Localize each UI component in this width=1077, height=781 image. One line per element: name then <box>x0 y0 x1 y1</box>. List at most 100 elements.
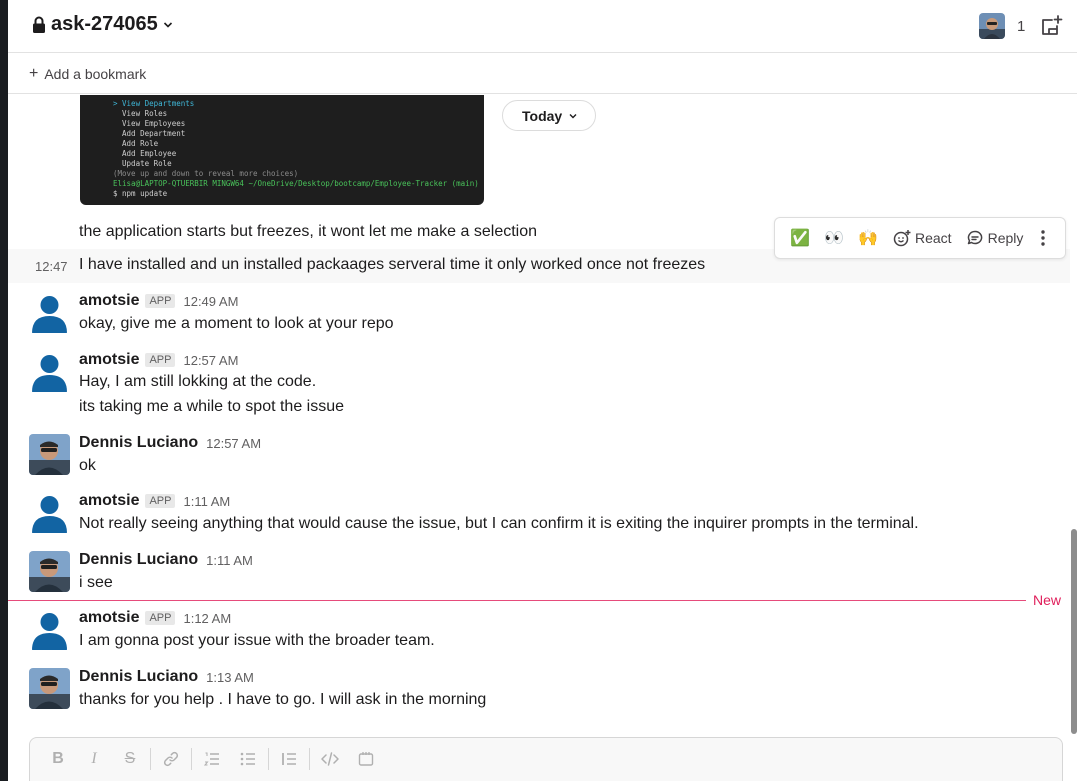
italic-button[interactable]: I <box>76 746 112 772</box>
channel-title-button[interactable]: ask-274065 <box>32 13 173 36</box>
add-bookmark-button[interactable]: Add a bookmark <box>44 66 146 82</box>
react-label: React <box>915 230 952 246</box>
message-timestamp[interactable]: 1:11 AM <box>206 553 253 568</box>
toolbar-divider <box>150 748 151 770</box>
bold-button[interactable]: B <box>40 746 76 772</box>
quick-reaction-eyes-button[interactable]: 👀 <box>817 223 851 253</box>
toolbar-divider <box>309 748 310 770</box>
link-button[interactable] <box>153 746 189 772</box>
generic-user-avatar[interactable] <box>29 351 70 392</box>
vertical-ellipsis-icon <box>1041 230 1046 246</box>
lock-icon <box>32 16 46 34</box>
toolbar-divider <box>268 748 269 770</box>
message-timestamp[interactable]: 1:13 AM <box>206 670 254 685</box>
message-text: I have installed and un installed packaa… <box>79 256 706 273</box>
member-count: 1 <box>1017 17 1026 35</box>
code-block-icon <box>358 752 374 766</box>
quick-reaction-check-button[interactable]: ✅ <box>783 223 817 253</box>
app-badge: APP <box>145 353 176 367</box>
message-text: okay, give me a moment to look at your r… <box>79 315 394 332</box>
code-line: Add Role <box>113 139 159 148</box>
message-composer[interactable]: B I S <box>29 737 1063 781</box>
message-text: i see <box>79 574 113 591</box>
message-text: its taking me a while to spot the issue <box>79 398 345 415</box>
message-timestamp[interactable]: 1:12 AM <box>183 611 231 626</box>
sender-name[interactable]: Dennis Luciano <box>79 434 198 452</box>
bold-icon: B <box>52 750 64 767</box>
user-photo-avatar[interactable] <box>29 668 70 709</box>
code-line: Update Role <box>113 159 172 168</box>
blockquote-icon <box>282 753 296 765</box>
code-line: View Employees <box>113 119 186 128</box>
sidebar-edge <box>0 0 8 781</box>
members-button[interactable]: 1 <box>979 13 1025 39</box>
code-line: Elisa@LAPTOP-QTUERBIR MINGW64 ~/OneDrive… <box>113 179 479 188</box>
user-photo-avatar[interactable] <box>29 434 70 475</box>
code-line: View Roles <box>113 109 168 118</box>
message-timestamp[interactable]: 12:57 AM <box>183 353 238 368</box>
sender-name[interactable]: Dennis Luciano <box>79 551 198 569</box>
toolbar-divider <box>191 748 192 770</box>
formatting-toolbar: B I S <box>40 746 384 772</box>
quick-reaction-hands-button[interactable]: 🙌 <box>851 223 885 253</box>
thread-icon <box>967 230 982 245</box>
ordered-list-button[interactable] <box>194 746 230 772</box>
link-icon <box>163 751 179 767</box>
message-timestamp[interactable]: 1:11 AM <box>183 494 230 509</box>
message-text: Hay, I am still lokking at the code. <box>79 373 317 390</box>
canvas-icon <box>1039 15 1063 42</box>
message-text: thanks for you help . I have to go. I wi… <box>79 691 487 708</box>
app-badge: APP <box>145 611 176 625</box>
channel-name: ask-274065 <box>51 13 158 35</box>
chevron-down-icon <box>163 21 173 29</box>
message-text: Not really seeing anything that would ca… <box>79 515 919 532</box>
sender-name[interactable]: amotsie <box>79 492 139 510</box>
generic-user-avatar[interactable] <box>29 292 70 333</box>
sender-name[interactable]: amotsie <box>79 609 139 627</box>
strikethrough-icon: S <box>124 750 136 767</box>
plus-icon: + <box>29 64 39 82</box>
sender-name[interactable]: amotsie <box>79 351 139 369</box>
message-list-scrollbar[interactable] <box>1071 529 1077 734</box>
app-badge: APP <box>145 294 176 308</box>
message-list: > View Departments View Roles View Emplo… <box>8 95 1077 735</box>
ordered-list-icon <box>204 752 219 766</box>
date-label: Today <box>522 107 563 124</box>
message-text: the application starts but freezes, it w… <box>79 223 538 240</box>
blockquote-button[interactable] <box>271 746 307 772</box>
add-reaction-button[interactable]: React <box>885 223 960 253</box>
date-divider-button[interactable]: Today <box>502 100 597 131</box>
user-photo-avatar[interactable] <box>29 551 70 592</box>
message-text: ok <box>79 457 96 474</box>
app-badge: APP <box>145 494 176 508</box>
message-timestamp[interactable]: 12:49 AM <box>183 294 238 309</box>
code-line: Add Department <box>113 129 186 138</box>
message-timestamp[interactable]: 12:47 <box>35 259 68 274</box>
chevron-down-icon <box>569 111 577 121</box>
new-messages-label: New <box>1033 592 1062 608</box>
reply-label: Reply <box>987 230 1024 246</box>
code-block-button[interactable] <box>348 746 384 772</box>
add-emoji-icon <box>893 230 911 247</box>
code-icon <box>321 752 339 766</box>
code-line: Add Employee <box>113 149 177 158</box>
message-text: I am gonna post your issue with the broa… <box>79 632 435 649</box>
canvas-button[interactable] <box>1039 14 1063 43</box>
generic-user-avatar[interactable] <box>29 609 70 650</box>
code-line: (Move up and down to reveal more choices… <box>113 169 299 178</box>
bookmark-bar: + Add a bookmark <box>8 54 1077 94</box>
sender-name[interactable]: Dennis Luciano <box>79 668 198 686</box>
channel-header: ask-274065 1 <box>8 0 1077 53</box>
reply-in-thread-button[interactable]: Reply <box>960 223 1034 253</box>
code-screenshot-attachment[interactable]: > View Departments View Roles View Emplo… <box>80 95 484 205</box>
more-actions-button[interactable] <box>1033 223 1057 253</box>
sender-name[interactable]: amotsie <box>79 292 139 310</box>
code-button[interactable] <box>312 746 348 772</box>
generic-user-avatar[interactable] <box>29 492 70 533</box>
strikethrough-button[interactable]: S <box>112 746 148 772</box>
new-messages-divider <box>8 600 1026 601</box>
italic-icon: I <box>91 750 97 767</box>
code-line: > View Departments <box>113 99 195 108</box>
bulleted-list-button[interactable] <box>230 746 266 772</box>
message-timestamp[interactable]: 12:57 AM <box>206 436 261 451</box>
